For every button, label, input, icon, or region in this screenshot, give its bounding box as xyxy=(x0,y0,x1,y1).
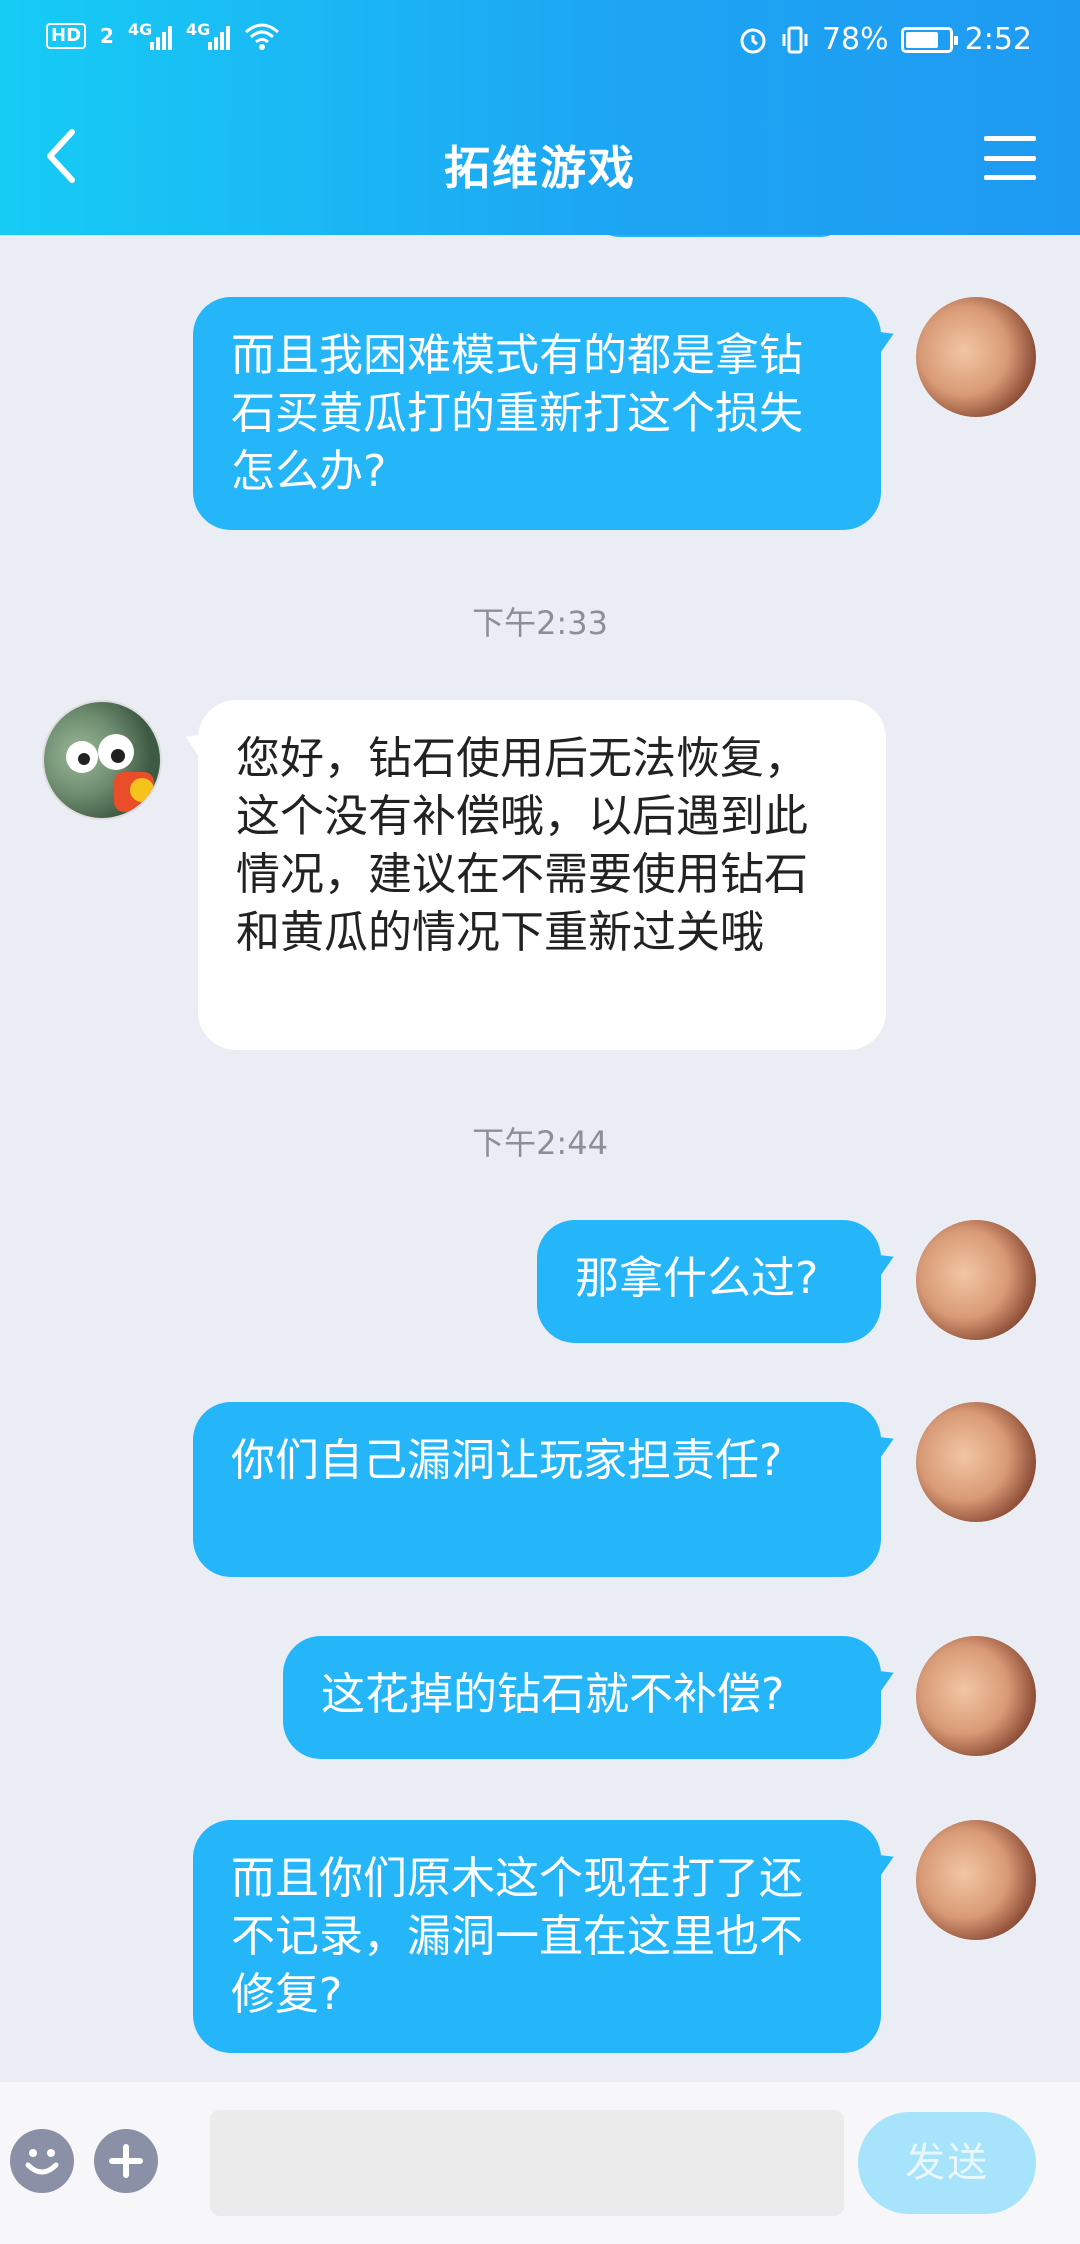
page-title: 拓维游戏 xyxy=(444,141,636,195)
input-bar: 发送 xyxy=(0,2082,1080,2244)
sim-indicator: 2 xyxy=(100,24,114,48)
user-avatar[interactable] xyxy=(916,1820,1036,1940)
zombie-icon xyxy=(66,734,154,812)
outgoing-message[interactable]: 这花掉的钻石就不补偿? xyxy=(283,1636,881,1759)
outgoing-message[interactable]: 而且我困难模式有的都是拿钻石买黄瓜打的重新打这个损失怎么办? xyxy=(193,297,881,530)
status-bar-right: 78% 2:52 xyxy=(738,22,1032,57)
user-avatar[interactable] xyxy=(916,1636,1036,1756)
signal-icon-2: 4G xyxy=(186,20,230,50)
battery-percent: 78% xyxy=(821,22,889,57)
clock: 2:52 xyxy=(964,22,1032,57)
send-button[interactable]: 发送 xyxy=(858,2112,1036,2214)
battery-icon xyxy=(900,26,958,53)
user-avatar[interactable] xyxy=(916,297,1036,417)
incoming-message[interactable]: 您好，钻石使用后无法恢复，这个没有补偿哦，以后遇到此情况，建议在不需要使用钻石和… xyxy=(198,700,886,1050)
user-avatar[interactable] xyxy=(916,1402,1036,1522)
menu-button[interactable] xyxy=(984,136,1036,180)
message-input[interactable] xyxy=(210,2110,844,2216)
status-bar-left: HD 2 4G 4G xyxy=(46,20,280,50)
alarm-icon xyxy=(740,28,766,53)
vibrate-icon xyxy=(782,26,808,53)
agent-avatar[interactable] xyxy=(42,700,162,820)
user-avatar[interactable] xyxy=(916,1220,1036,1340)
timestamp: 下午2:44 xyxy=(472,1124,608,1162)
signal-icon: 4G xyxy=(128,20,172,50)
outgoing-message[interactable]: 你们自己漏洞让玩家担责任? xyxy=(193,1402,881,1577)
outgoing-message[interactable]: 而且你们原木这个现在打了还不记录，漏洞一直在这里也不修复? xyxy=(193,1820,881,2053)
smiley-icon xyxy=(25,2149,59,2175)
emoji-button[interactable] xyxy=(10,2129,74,2193)
top-bar: HD 2 4G 4G 78% 2:52 拓维游戏 xyxy=(0,0,1080,235)
wifi-icon xyxy=(244,23,279,50)
timestamp: 下午2:33 xyxy=(472,604,608,642)
plus-icon xyxy=(109,2144,143,2178)
add-button[interactable] xyxy=(94,2129,158,2193)
hd-badge: HD xyxy=(46,23,87,49)
outgoing-message[interactable]: 那拿什么过? xyxy=(537,1220,881,1343)
